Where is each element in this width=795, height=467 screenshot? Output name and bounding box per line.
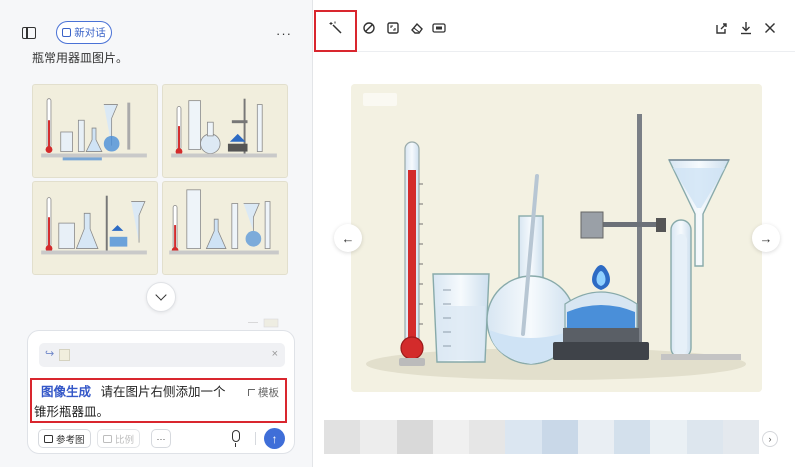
skill-tag[interactable]: 图像生成 [41, 385, 91, 399]
previous-image-button[interactable]: ← [334, 224, 362, 252]
prompt-text-2: 锥形瓶器皿。 [34, 405, 110, 419]
image-grid [32, 84, 290, 276]
prompt-line-1: 图像生成 请在图片右侧添加一个 [41, 383, 226, 401]
download-icon[interactable] [738, 20, 754, 36]
more-options-button[interactable]: ··· [276, 26, 292, 41]
lab-glassware-illustration [351, 84, 762, 392]
ratio-icon [103, 434, 112, 443]
more-tools-button[interactable]: ··· [151, 429, 171, 448]
film-thumbnail[interactable] [469, 420, 506, 454]
image-icon [44, 434, 53, 443]
no-edit-icon[interactable] [361, 20, 377, 36]
chevron-down-icon [155, 289, 167, 301]
reference-image-button[interactable]: 参考图 [38, 429, 91, 448]
scroll-down-button[interactable] [146, 282, 176, 312]
film-thumbnail[interactable] [396, 420, 433, 454]
reference-image-label: 参考图 [56, 434, 85, 446]
prompt-input[interactable]: 图像生成 请在图片右侧添加一个 模板 锥形瓶器皿。 [30, 378, 287, 423]
next-image-button[interactable]: → [752, 224, 780, 252]
thumbnail-2[interactable] [162, 84, 288, 178]
magic-wand-icon[interactable] [328, 20, 344, 36]
new-chat-label: 新对话 [74, 27, 106, 39]
watermark-tag [363, 93, 397, 106]
hd-icon[interactable] [431, 20, 447, 36]
template-icon [248, 389, 255, 396]
eraser-icon[interactable] [409, 20, 425, 36]
reference-preview-icon [248, 318, 279, 328]
thumbnail-4[interactable] [162, 181, 288, 275]
message-text: 瓶常用器皿图片。 [32, 52, 129, 64]
composer: ↪ × 图像生成 请在图片右侧添加一个 模板 锥形瓶器皿。 参考图 比例 ···… [27, 330, 295, 454]
film-thumbnail[interactable] [360, 420, 397, 454]
reply-arrow-icon: ↪ [45, 348, 55, 360]
composer-toolbar: 参考图 比例 ··· ↑ [38, 428, 288, 449]
film-thumbnail[interactable] [650, 420, 687, 454]
film-thumbnail[interactable] [324, 420, 361, 454]
template-button[interactable]: 模板 [248, 385, 279, 400]
chat-header: 新对话 ··· [0, 0, 313, 52]
remove-reference-button[interactable]: × [272, 348, 278, 360]
film-thumbnail[interactable] [577, 420, 614, 454]
close-icon[interactable] [762, 20, 778, 36]
film-thumbnail[interactable] [432, 420, 469, 454]
thumbnail-filmstrip [324, 420, 759, 454]
film-thumbnail[interactable] [505, 420, 542, 454]
new-chat-icon [62, 28, 72, 37]
aspect-ratio-button[interactable]: 比例 [97, 429, 141, 448]
template-label: 模板 [258, 387, 279, 399]
thumbnail-3[interactable] [32, 181, 158, 275]
aspect-ratio-label: 比例 [115, 434, 135, 446]
prompt-text-1: 请在图片右侧添加一个 [100, 385, 226, 399]
film-thumbnail[interactable] [722, 420, 759, 454]
generated-image[interactable] [351, 84, 762, 392]
send-button[interactable]: ↑ [264, 428, 285, 449]
film-thumbnail[interactable] [614, 420, 651, 454]
film-thumbnail[interactable] [541, 420, 578, 454]
reference-image-thumbnail[interactable] [59, 349, 70, 361]
divider [255, 432, 256, 445]
new-chat-button[interactable]: 新对话 [56, 21, 112, 44]
film-thumbnail[interactable] [686, 420, 723, 454]
viewer-toolbar [314, 0, 795, 52]
reference-image-strip: ↪ × [39, 343, 285, 367]
thumbnail-1[interactable] [32, 84, 158, 178]
chat-panel: 新对话 ··· 瓶常用器皿图片。 ↪ × 图像生成 请在图片右侧添加一个 模板 … [0, 0, 313, 467]
crop-icon[interactable] [385, 20, 401, 36]
image-viewer: ← → › [314, 0, 795, 467]
share-icon[interactable] [713, 20, 729, 36]
sidebar-toggle-icon[interactable] [22, 27, 36, 39]
filmstrip-next-button[interactable]: › [762, 431, 778, 447]
microphone-icon[interactable] [232, 430, 240, 447]
